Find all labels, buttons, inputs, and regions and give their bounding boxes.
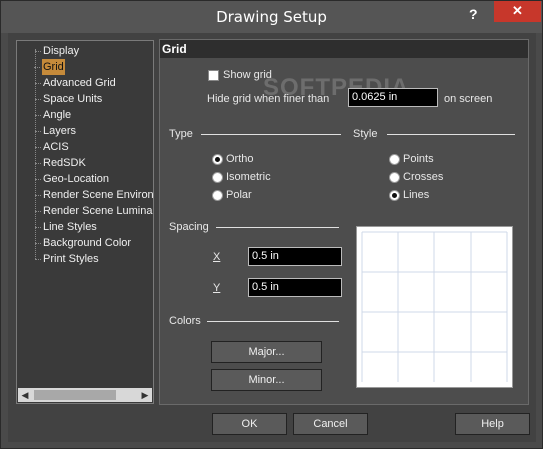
panel-header: Grid [160,40,528,58]
tree-item-render-scene-environment[interactable]: Render Scene Environm [35,187,153,203]
cancel-button[interactable]: Cancel [293,413,368,435]
ok-button[interactable]: OK [212,413,287,435]
type-isometric-label: Isometric [226,171,271,183]
tree-item-display[interactable]: Display [34,43,79,59]
hide-grid-suffix: on screen [444,93,493,105]
style-section-label: Style [353,128,378,140]
spacing-x-label: X [213,251,221,263]
type-isometric-radio[interactable] [212,172,223,183]
tree-item-redsdk[interactable]: RedSDK [35,155,86,171]
grid-preview [356,226,513,388]
style-divider [387,134,515,135]
type-divider [201,134,341,135]
colors-divider [207,321,339,322]
spacing-x-input[interactable]: 0.5 in [248,247,342,266]
type-polar-label: Polar [226,189,252,201]
tree-item-advanced-grid[interactable]: Advanced Grid [35,75,116,91]
panel-title: Grid [162,42,187,56]
style-lines-radio[interactable] [389,190,400,201]
drawing-setup-window: Drawing Setup ? ✕ Display Grid Advanced … [0,0,543,449]
tree-item-angle[interactable]: Angle [34,107,71,123]
tree-horizontal-scrollbar[interactable]: ◀ ▶ [18,388,152,402]
spacing-divider [216,227,339,228]
grid-preview-lines [361,231,508,382]
major-color-button[interactable]: Major... [211,341,322,363]
tree-item-print-styles[interactable]: Print Styles [35,251,99,267]
minor-color-button[interactable]: Minor... [211,369,322,391]
category-tree[interactable]: Display Grid Advanced Grid Space Units A… [16,40,154,404]
hide-grid-label: Hide grid when finer than [207,93,330,105]
scroll-thumb[interactable] [34,390,116,400]
colors-section-label: Colors [169,315,201,327]
hide-grid-threshold-input[interactable]: 0.0625 in [348,88,438,107]
tree-item-space-units[interactable]: Space Units [34,91,102,107]
tree-item-line-styles[interactable]: Line Styles [35,219,97,235]
help-icon[interactable]: ? [469,6,478,22]
scroll-left-icon[interactable]: ◀ [18,388,32,402]
tree-item-background-color[interactable]: Background Color [34,235,131,251]
tree-item-grid[interactable]: Grid [34,59,65,75]
spacing-y-label: Y [213,282,221,294]
style-points-label: Points [403,153,434,165]
show-grid-label: Show grid [223,69,272,81]
tree-item-layers[interactable]: Layers [34,123,76,139]
spacing-section-label: Spacing [169,221,209,233]
type-section-label: Type [169,128,193,140]
window-title: Drawing Setup [216,8,327,26]
style-crosses-label: Crosses [403,171,444,183]
title-bar[interactable]: Drawing Setup ? ✕ [1,1,542,33]
type-polar-radio[interactable] [212,190,223,201]
scroll-right-icon[interactable]: ▶ [138,388,152,402]
tree-item-render-scene-luminance[interactable]: Render Scene Luminar [34,203,153,219]
tree-item-geo-location[interactable]: Geo-Location [34,171,109,187]
show-grid-checkbox[interactable] [208,70,219,81]
type-ortho-label: Ortho [226,153,254,165]
close-button[interactable]: ✕ [494,1,541,22]
tree-item-acis[interactable]: ACIS [35,139,69,155]
style-points-radio[interactable] [389,154,400,165]
style-lines-label: Lines [403,189,430,201]
spacing-y-input[interactable]: 0.5 in [248,278,342,297]
close-icon: ✕ [512,3,523,18]
type-ortho-radio[interactable] [212,154,223,165]
help-button[interactable]: Help [455,413,530,435]
style-crosses-radio[interactable] [389,172,400,183]
